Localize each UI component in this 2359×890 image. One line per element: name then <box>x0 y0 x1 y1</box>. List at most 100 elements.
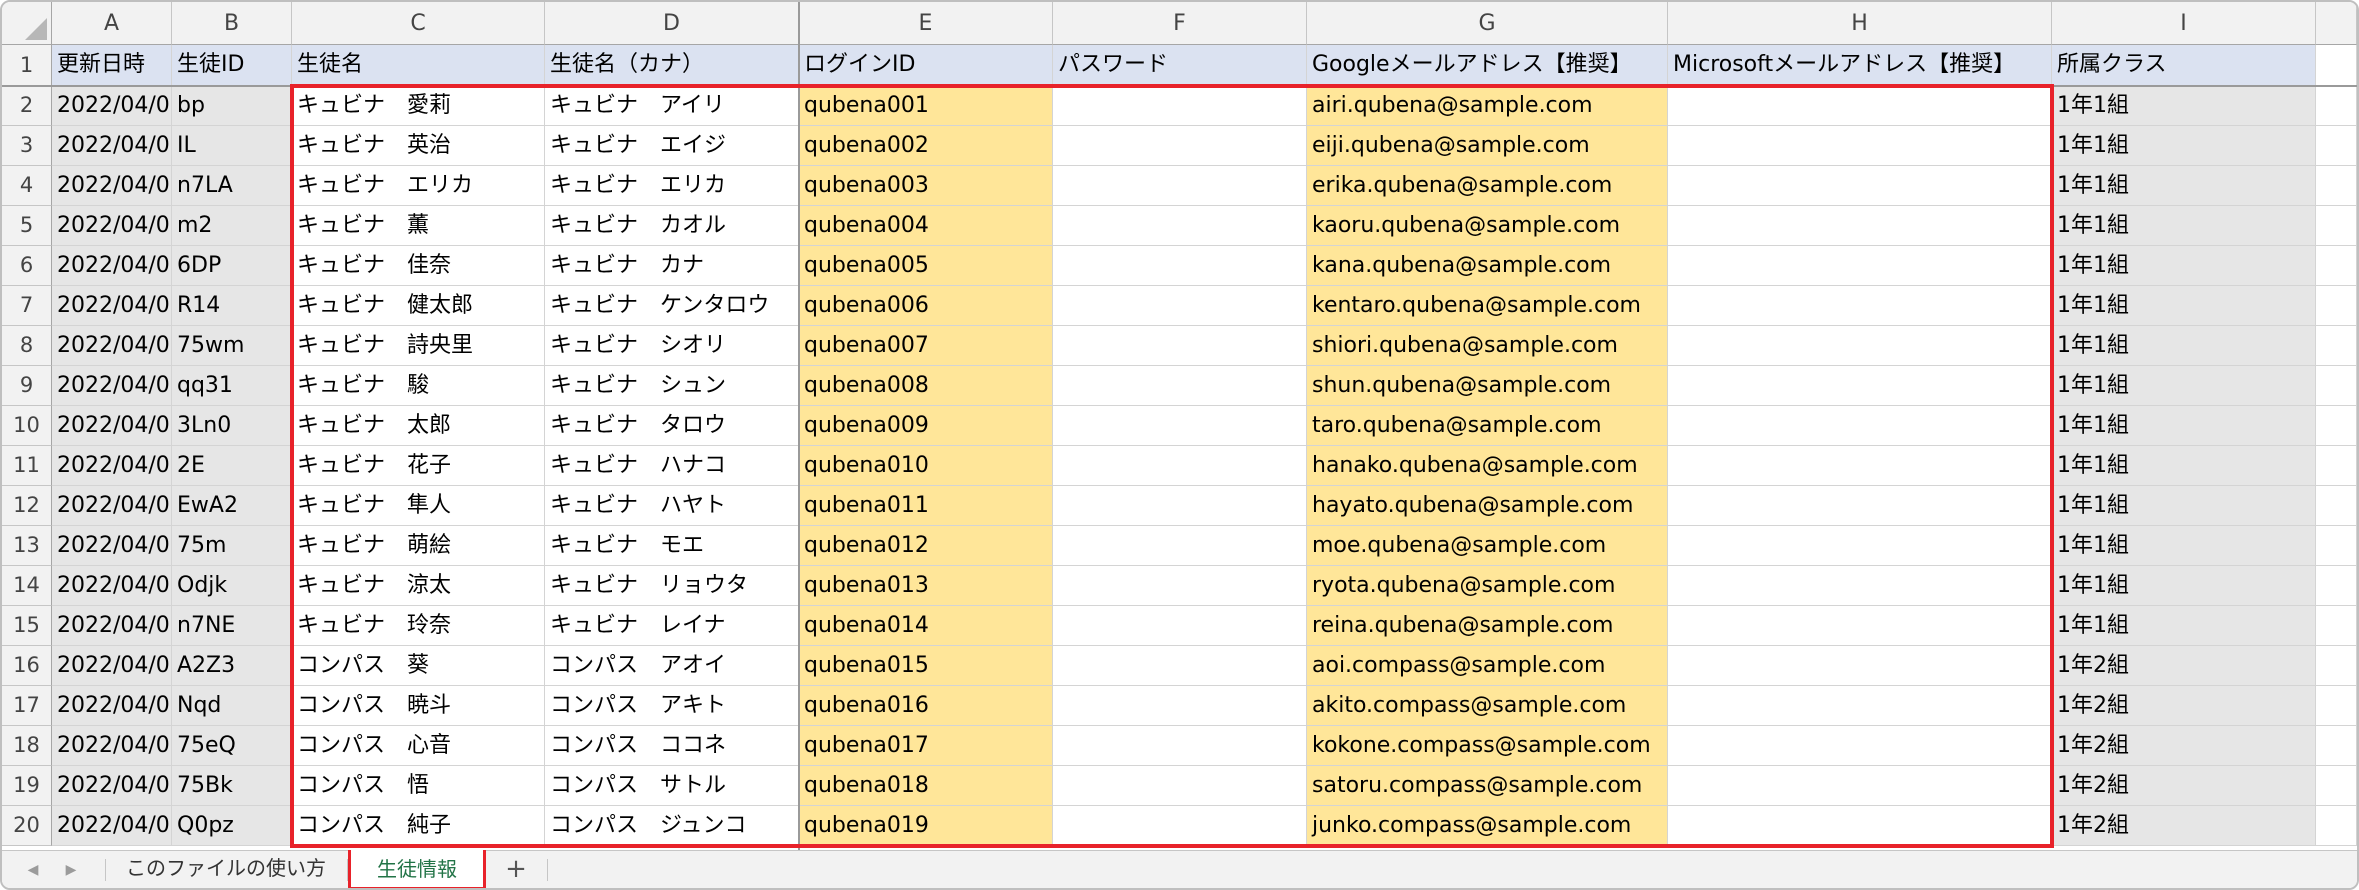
empty-cell[interactable] <box>2316 406 2357 446</box>
cell-d7[interactable]: キュビナ ケンタロウ <box>545 286 799 326</box>
cell-e17[interactable]: qubena016 <box>799 686 1053 726</box>
cell-g19[interactable]: satoru.compass@sample.com <box>1307 766 1668 806</box>
cell-h17[interactable] <box>1668 686 2052 726</box>
cell-g9[interactable]: shun.qubena@sample.com <box>1307 366 1668 406</box>
cell-i10[interactable]: 1年1組 <box>2052 406 2316 446</box>
empty-cell[interactable] <box>2316 366 2357 406</box>
column-header-d[interactable]: D <box>545 2 799 45</box>
select-all-corner[interactable] <box>2 2 52 45</box>
cell-e19[interactable]: qubena018 <box>799 766 1053 806</box>
cell-b4[interactable]: n7LA <box>172 166 292 206</box>
cell-c2[interactable]: キュビナ 愛莉 <box>292 86 545 126</box>
cell-b13[interactable]: 75m <box>172 526 292 566</box>
cell-a10[interactable]: 2022/04/0 <box>52 406 172 446</box>
empty-cell[interactable] <box>2316 446 2357 486</box>
cell-a13[interactable]: 2022/04/0 <box>52 526 172 566</box>
header-cell-f[interactable]: パスワード <box>1053 45 1307 86</box>
cell-a7[interactable]: 2022/04/0 <box>52 286 172 326</box>
add-sheet-button[interactable]: + <box>496 851 536 888</box>
cell-e5[interactable]: qubena004 <box>799 206 1053 246</box>
cell-h18[interactable] <box>1668 726 2052 766</box>
column-header-a[interactable]: A <box>52 2 172 45</box>
row-header-4[interactable]: 4 <box>2 166 52 206</box>
cell-i20[interactable]: 1年2組 <box>2052 806 2316 846</box>
cell-e13[interactable]: qubena012 <box>799 526 1053 566</box>
cell-d13[interactable]: キュビナ モエ <box>545 526 799 566</box>
cell-f15[interactable] <box>1053 606 1307 646</box>
column-header-e[interactable]: E <box>799 2 1053 45</box>
cell-e7[interactable]: qubena006 <box>799 286 1053 326</box>
cell-b15[interactable]: n7NE <box>172 606 292 646</box>
cell-g3[interactable]: eiji.qubena@sample.com <box>1307 126 1668 166</box>
cell-i18[interactable]: 1年2組 <box>2052 726 2316 766</box>
cell-c11[interactable]: キュビナ 花子 <box>292 446 545 486</box>
cell-f18[interactable] <box>1053 726 1307 766</box>
sheet-tab-student-info[interactable]: 生徒情報 <box>348 850 486 888</box>
column-header-c[interactable]: C <box>292 2 545 45</box>
cell-d6[interactable]: キュビナ カナ <box>545 246 799 286</box>
cell-e18[interactable]: qubena017 <box>799 726 1053 766</box>
cell-d17[interactable]: コンパス アキト <box>545 686 799 726</box>
column-header-b[interactable]: B <box>172 2 292 45</box>
cell-h5[interactable] <box>1668 206 2052 246</box>
cell-b14[interactable]: Odjk <box>172 566 292 606</box>
cell-b3[interactable]: IL <box>172 126 292 166</box>
row-header-20[interactable]: 20 <box>2 806 52 846</box>
cell-i8[interactable]: 1年1組 <box>2052 326 2316 366</box>
cell-i4[interactable]: 1年1組 <box>2052 166 2316 206</box>
row-header-11[interactable]: 11 <box>2 446 52 486</box>
empty-cell[interactable] <box>2316 566 2357 606</box>
empty-cell[interactable] <box>2316 646 2357 686</box>
cell-c6[interactable]: キュビナ 佳奈 <box>292 246 545 286</box>
cell-c8[interactable]: キュビナ 詩央里 <box>292 326 545 366</box>
cell-e15[interactable]: qubena014 <box>799 606 1053 646</box>
empty-cell[interactable] <box>2316 86 2357 126</box>
row-header-1[interactable]: 1 <box>2 45 52 86</box>
cell-e6[interactable]: qubena005 <box>799 246 1053 286</box>
cell-e11[interactable]: qubena010 <box>799 446 1053 486</box>
cell-c17[interactable]: コンパス 暁斗 <box>292 686 545 726</box>
cell-g11[interactable]: hanako.qubena@sample.com <box>1307 446 1668 486</box>
cell-a15[interactable]: 2022/04/0 <box>52 606 172 646</box>
cell-g18[interactable]: kokone.compass@sample.com <box>1307 726 1668 766</box>
cell-c12[interactable]: キュビナ 隼人 <box>292 486 545 526</box>
row-header-16[interactable]: 16 <box>2 646 52 686</box>
cell-f11[interactable] <box>1053 446 1307 486</box>
cell-h12[interactable] <box>1668 486 2052 526</box>
cell-i6[interactable]: 1年1組 <box>2052 246 2316 286</box>
cell-i19[interactable]: 1年2組 <box>2052 766 2316 806</box>
cell-a16[interactable]: 2022/04/0 <box>52 646 172 686</box>
row-header-7[interactable]: 7 <box>2 286 52 326</box>
cell-b11[interactable]: 2E <box>172 446 292 486</box>
cell-d8[interactable]: キュビナ シオリ <box>545 326 799 366</box>
cell-f16[interactable] <box>1053 646 1307 686</box>
cell-f6[interactable] <box>1053 246 1307 286</box>
empty-cell[interactable] <box>2316 806 2357 846</box>
cell-h13[interactable] <box>1668 526 2052 566</box>
row-header-5[interactable]: 5 <box>2 206 52 246</box>
cell-h10[interactable] <box>1668 406 2052 446</box>
empty-cell[interactable] <box>2316 166 2357 206</box>
cell-d12[interactable]: キュビナ ハヤト <box>545 486 799 526</box>
cell-d16[interactable]: コンパス アオイ <box>545 646 799 686</box>
row-header-14[interactable]: 14 <box>2 566 52 606</box>
empty-cell[interactable] <box>2316 45 2357 86</box>
cell-b19[interactable]: 75Bk <box>172 766 292 806</box>
cell-d4[interactable]: キュビナ エリカ <box>545 166 799 206</box>
cell-d15[interactable]: キュビナ レイナ <box>545 606 799 646</box>
cell-g4[interactable]: erika.qubena@sample.com <box>1307 166 1668 206</box>
row-header-3[interactable]: 3 <box>2 126 52 166</box>
header-cell-i[interactable]: 所属クラス <box>2052 45 2316 86</box>
cell-h4[interactable] <box>1668 166 2052 206</box>
cell-a19[interactable]: 2022/04/0 <box>52 766 172 806</box>
cell-d5[interactable]: キュビナ カオル <box>545 206 799 246</box>
empty-cell[interactable] <box>2316 326 2357 366</box>
cell-f13[interactable] <box>1053 526 1307 566</box>
cell-d11[interactable]: キュビナ ハナコ <box>545 446 799 486</box>
column-header-h[interactable]: H <box>1668 2 2052 45</box>
cell-e2[interactable]: qubena001 <box>799 86 1053 126</box>
cell-g10[interactable]: taro.qubena@sample.com <box>1307 406 1668 446</box>
cell-f5[interactable] <box>1053 206 1307 246</box>
cell-b12[interactable]: EwA2 <box>172 486 292 526</box>
cell-h14[interactable] <box>1668 566 2052 606</box>
